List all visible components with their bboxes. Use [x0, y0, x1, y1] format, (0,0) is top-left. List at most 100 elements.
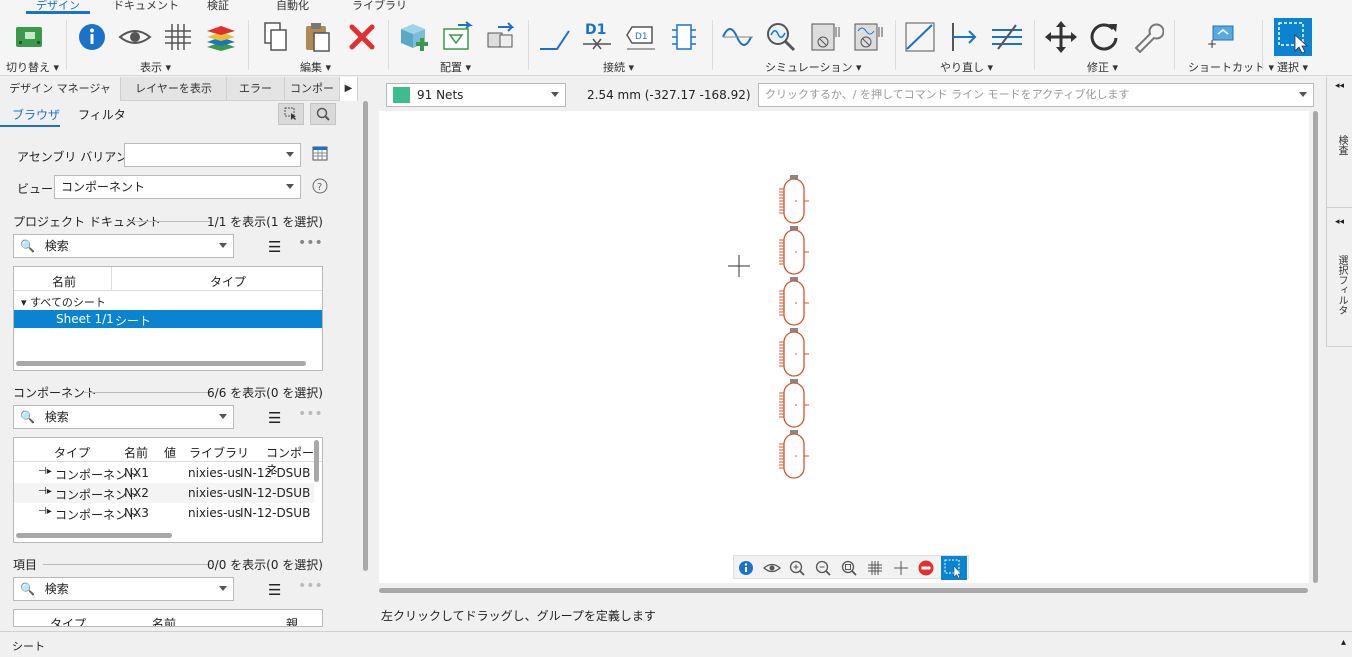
stop-icon[interactable]: [918, 560, 934, 579]
sine-wave-icon[interactable]: [721, 20, 755, 54]
crosshair-icon[interactable]: [893, 560, 909, 579]
vertical-scrollbar[interactable]: [1313, 111, 1318, 583]
net-name-icon[interactable]: D1: [580, 20, 614, 54]
tab-errors[interactable]: エラー: [227, 77, 285, 101]
col-header-name[interactable]: 名前: [152, 615, 176, 626]
schematic-drawing[interactable]: [379, 111, 1309, 583]
list-view-icon[interactable]: ☰: [268, 581, 281, 599]
more-options-icon[interactable]: •••: [298, 578, 323, 594]
horizontal-scrollbar[interactable]: [379, 588, 1308, 593]
list-view-icon[interactable]: ☰: [268, 238, 281, 256]
table-row[interactable]: Sheet 1/1 シート: [14, 310, 322, 328]
probe-magnifier-icon[interactable]: [764, 20, 798, 54]
copy-icon[interactable]: [258, 20, 292, 54]
tab-components[interactable]: コンポー: [285, 77, 340, 101]
menu-tab-verify[interactable]: 検証: [207, 0, 229, 13]
schematic-canvas[interactable]: [379, 111, 1309, 583]
place-module-icon[interactable]: [484, 20, 518, 54]
component-symbol[interactable]: [779, 226, 809, 275]
probe-off-icon[interactable]: [808, 20, 842, 54]
table-row[interactable]: ⊣▸ コンポーネント NX1 nixies-us IN-12-DSUB: [14, 463, 314, 483]
component-symbol[interactable]: [779, 328, 809, 377]
ribbon-group-modify[interactable]: 修正: [1087, 61, 1109, 74]
panel-splitter[interactable]: [361, 77, 371, 627]
tree-root[interactable]: ▾ すべてのシート: [21, 294, 106, 310]
net-label-icon[interactable]: D1: [624, 20, 658, 54]
tab-inspect[interactable]: 検査: [1334, 135, 1349, 155]
ribbon-group-switch[interactable]: 切り替え: [6, 61, 50, 74]
col-header-parent[interactable]: 親: [286, 615, 298, 626]
ribbon-group-select[interactable]: 選択: [1277, 61, 1299, 74]
wire-icon[interactable]: [537, 20, 571, 54]
help-icon[interactable]: ?: [312, 178, 328, 197]
zoom-in-icon[interactable]: [789, 560, 805, 579]
eye-icon[interactable]: [763, 560, 781, 579]
table-settings-icon[interactable]: [312, 146, 328, 165]
oscilloscope-icon[interactable]: [851, 20, 885, 54]
rotate-icon[interactable]: [1087, 20, 1121, 54]
wrench-icon[interactable]: [1130, 20, 1164, 54]
eye-icon[interactable]: [118, 20, 152, 54]
menu-tab-design[interactable]: デザイン: [26, 0, 90, 14]
layers-icon[interactable]: [204, 20, 238, 54]
tab-selection-filter[interactable]: 選択フィルタ: [1334, 255, 1349, 315]
vertical-scrollbar[interactable]: [314, 440, 319, 482]
trim-icon[interactable]: [990, 20, 1024, 54]
tab-scroll-right-icon[interactable]: ▶: [340, 77, 358, 101]
assembly-variant-select[interactable]: [124, 143, 301, 167]
component-symbol[interactable]: [779, 379, 809, 428]
component-symbol[interactable]: [779, 430, 809, 479]
collapse-left-icon[interactable]: ◂◂: [1335, 81, 1344, 91]
expand-collapse-icon[interactable]: ▴: [1341, 637, 1346, 648]
horizontal-scrollbar[interactable]: [16, 361, 306, 366]
project-docs-search[interactable]: 🔍 検索: [13, 234, 234, 258]
select-window-icon[interactable]: [1274, 18, 1312, 56]
move-icon[interactable]: [1044, 20, 1078, 54]
zoom-out-icon[interactable]: [815, 560, 831, 579]
view-select[interactable]: コンポーネント: [54, 175, 301, 199]
subtab-filter[interactable]: フィルタ: [78, 106, 126, 123]
table-row[interactable]: ⊣▸ コンポーネント NX2 nixies-us IN-12-DSUB: [14, 483, 314, 503]
net-selector[interactable]: 91 Nets: [386, 83, 566, 107]
table-row[interactable]: ⊣▸ コンポーネント NX3 nixies-us IN-12-DSUB: [14, 503, 314, 523]
horizontal-scrollbar[interactable]: [16, 533, 172, 538]
shortcut-icon[interactable]: +: [1202, 20, 1236, 54]
col-header-value[interactable]: 値: [164, 444, 176, 461]
vertical-scrollbar[interactable]: [363, 101, 368, 571]
more-options-icon[interactable]: •••: [298, 235, 323, 251]
ribbon-group-undo[interactable]: やり直し: [940, 61, 984, 74]
col-header-name[interactable]: 名前: [52, 273, 76, 290]
info-icon[interactable]: [75, 20, 109, 54]
items-search[interactable]: 🔍 検索: [13, 577, 234, 601]
component-symbol[interactable]: [779, 175, 809, 224]
component-symbol[interactable]: [779, 277, 809, 326]
subtab-browser[interactable]: ブラウザ: [12, 106, 60, 123]
ribbon-group-view[interactable]: 表示: [140, 61, 162, 74]
col-header-type[interactable]: タイプ: [210, 273, 246, 290]
components-search[interactable]: 🔍 検索: [13, 405, 234, 429]
tab-show-layers[interactable]: レイヤーを表示: [121, 77, 227, 101]
ribbon-group-simulation[interactable]: シミュレーション: [765, 61, 853, 74]
place-schematic-icon[interactable]: [440, 20, 474, 54]
list-view-icon[interactable]: ☰: [268, 409, 281, 427]
menu-tab-document[interactable]: ドキュメント: [113, 0, 179, 13]
col-header-type[interactable]: タイプ: [50, 615, 86, 626]
grid-icon[interactable]: [161, 20, 195, 54]
extend-arrow-icon[interactable]: [947, 20, 981, 54]
ribbon-group-place[interactable]: 配置: [440, 61, 462, 74]
paste-icon[interactable]: [300, 20, 334, 54]
select-in-canvas-icon[interactable]: [278, 103, 304, 125]
collapse-left-icon[interactable]: ◂◂: [1335, 217, 1344, 227]
more-options-icon[interactable]: •••: [298, 406, 323, 422]
menu-tab-library[interactable]: ライブラリ: [352, 0, 407, 13]
sheet-tab[interactable]: シート: [12, 638, 45, 654]
ribbon-group-connect[interactable]: 接続: [603, 61, 625, 74]
ribbon-group-shortcut[interactable]: ショートカット: [1188, 61, 1265, 74]
col-header-type[interactable]: タイプ: [54, 444, 90, 461]
col-header-library[interactable]: ライブラリ: [189, 444, 249, 461]
add-part-icon[interactable]: [397, 20, 431, 54]
zoom-to-selection-icon[interactable]: [310, 103, 336, 125]
bus-connector-icon[interactable]: [667, 20, 701, 54]
delete-icon[interactable]: [345, 20, 379, 54]
ribbon-group-edit[interactable]: 編集: [300, 61, 322, 74]
